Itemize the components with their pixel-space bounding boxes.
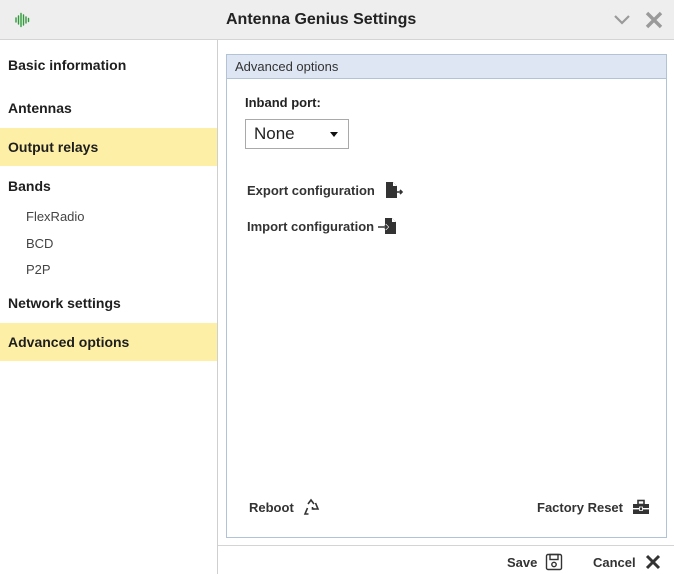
inband-port-select[interactable]: None <box>245 119 349 149</box>
sidebar-item-basic-information[interactable]: Basic information <box>0 50 217 80</box>
toolbox-icon <box>632 499 649 514</box>
chevron-down-icon[interactable] <box>612 12 632 28</box>
caret-down-icon <box>330 132 338 137</box>
export-configuration-label: Export configuration <box>247 182 375 198</box>
sidebar-item-antennas[interactable]: Antennas <box>0 93 217 123</box>
footer-divider <box>218 545 674 546</box>
close-icon[interactable] <box>644 11 664 29</box>
advanced-options-panel: Advanced options Inband port: None Expor… <box>226 54 667 538</box>
antenna-waveform-icon <box>15 12 30 28</box>
save-label: Save <box>507 554 538 570</box>
sidebar-subitem-bcd[interactable]: BCD <box>26 236 53 251</box>
sidebar-subitem-flexradio[interactable]: FlexRadio <box>26 209 85 224</box>
recycle-icon <box>303 498 319 515</box>
sidebar-subitem-p2p[interactable]: P2P <box>26 262 51 277</box>
save-icon <box>546 553 563 571</box>
inband-port-label: Inband port: <box>245 95 321 110</box>
sidebar-item-output-relays[interactable]: Output relays <box>0 128 217 166</box>
file-import-icon <box>378 218 397 234</box>
sidebar-item-advanced-options[interactable]: Advanced options <box>0 323 217 361</box>
reboot-label: Reboot <box>249 499 294 515</box>
export-configuration-button[interactable]: Export configuration <box>247 181 405 199</box>
window-title: Antenna Genius Settings <box>226 11 417 28</box>
settings-sidebar: Basic information Antennas Output relays… <box>0 40 218 574</box>
cancel-button[interactable]: Cancel <box>593 553 662 571</box>
factory-reset-button[interactable]: Factory Reset <box>537 498 651 516</box>
sidebar-item-network-settings[interactable]: Network settings <box>0 288 217 318</box>
sidebar-item-bands[interactable]: Bands <box>0 171 217 201</box>
title-bar: Antenna Genius Settings <box>0 0 674 40</box>
inband-port-value: None <box>254 124 295 143</box>
save-button[interactable]: Save <box>507 553 563 571</box>
factory-reset-label: Factory Reset <box>537 499 623 515</box>
panel-header: Advanced options <box>227 55 666 79</box>
close-icon <box>645 554 660 570</box>
import-configuration-button[interactable]: Import configuration <box>247 217 401 235</box>
import-configuration-label: Import configuration <box>247 218 375 234</box>
reboot-button[interactable]: Reboot <box>249 498 322 516</box>
file-export-icon <box>385 182 403 198</box>
cancel-label: Cancel <box>593 554 636 570</box>
